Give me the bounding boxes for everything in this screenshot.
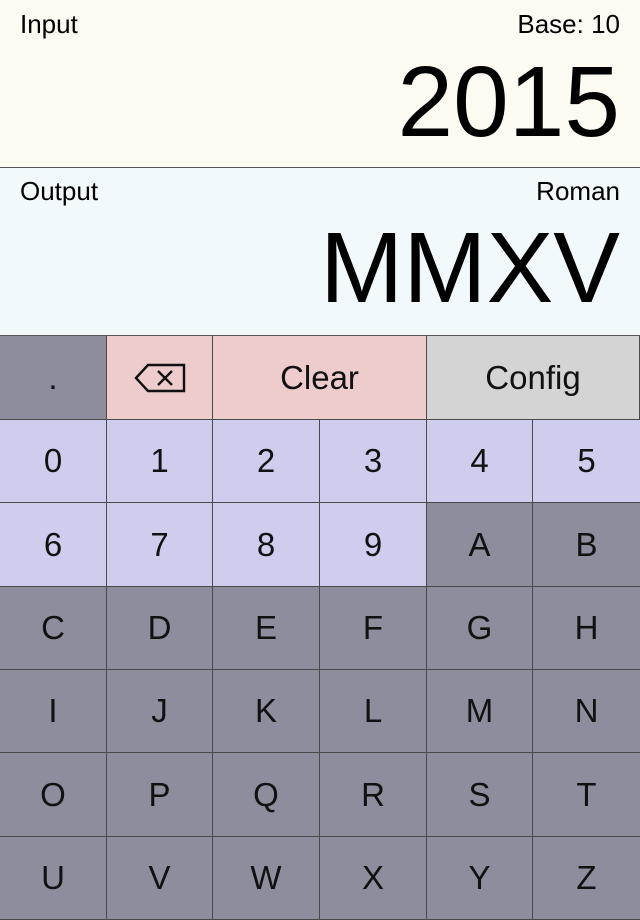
- key-h[interactable]: H: [533, 587, 640, 670]
- output-label: Output: [20, 176, 99, 206]
- key-d[interactable]: D: [107, 587, 213, 670]
- key-0[interactable]: 0: [0, 420, 107, 503]
- config-button[interactable]: Config: [427, 336, 640, 420]
- key-z[interactable]: Z: [533, 837, 640, 920]
- output-value: MMXV: [320, 212, 620, 324]
- key-q[interactable]: Q: [213, 753, 320, 837]
- output-format-label: Roman: [536, 176, 620, 206]
- key-n[interactable]: N: [533, 670, 640, 753]
- key-i[interactable]: I: [0, 670, 107, 753]
- key-4[interactable]: 4: [427, 420, 533, 503]
- key-y[interactable]: Y: [427, 837, 533, 920]
- key-l[interactable]: L: [320, 670, 427, 753]
- key-b[interactable]: B: [533, 503, 640, 587]
- key-v[interactable]: V: [107, 837, 213, 920]
- key-3[interactable]: 3: [320, 420, 427, 503]
- key-9[interactable]: 9: [320, 503, 427, 587]
- key-e[interactable]: E: [213, 587, 320, 670]
- key-m[interactable]: M: [427, 670, 533, 753]
- key-1[interactable]: 1: [107, 420, 213, 503]
- key-x[interactable]: X: [320, 837, 427, 920]
- key-w[interactable]: W: [213, 837, 320, 920]
- key-u[interactable]: U: [0, 837, 107, 920]
- key-k[interactable]: K: [213, 670, 320, 753]
- key-g[interactable]: G: [427, 587, 533, 670]
- key-c[interactable]: C: [0, 587, 107, 670]
- key-t[interactable]: T: [533, 753, 640, 837]
- input-value: 2015: [397, 46, 620, 158]
- clear-button[interactable]: Clear: [213, 336, 427, 420]
- decimal-point-key[interactable]: .: [0, 336, 107, 420]
- input-panel: Input Base: 10 2015: [0, 0, 640, 168]
- output-panel: Output Roman MMXV: [0, 168, 640, 336]
- base-label: Base: 10: [517, 9, 620, 39]
- backspace-key[interactable]: [107, 336, 213, 420]
- key-s[interactable]: S: [427, 753, 533, 837]
- key-f[interactable]: F: [320, 587, 427, 670]
- backspace-icon: [133, 363, 185, 392]
- key-6[interactable]: 6: [0, 503, 107, 587]
- key-j[interactable]: J: [107, 670, 213, 753]
- key-5[interactable]: 5: [533, 420, 640, 503]
- key-o[interactable]: O: [0, 753, 107, 837]
- key-a[interactable]: A: [427, 503, 533, 587]
- key-p[interactable]: P: [107, 753, 213, 837]
- key-8[interactable]: 8: [213, 503, 320, 587]
- key-7[interactable]: 7: [107, 503, 213, 587]
- input-label: Input: [20, 9, 78, 39]
- keypad: . Clear Config 012345 6789AB CDEFGH IJKLMN O…: [0, 336, 640, 920]
- key-r[interactable]: R: [320, 753, 427, 837]
- key-2[interactable]: 2: [213, 420, 320, 503]
